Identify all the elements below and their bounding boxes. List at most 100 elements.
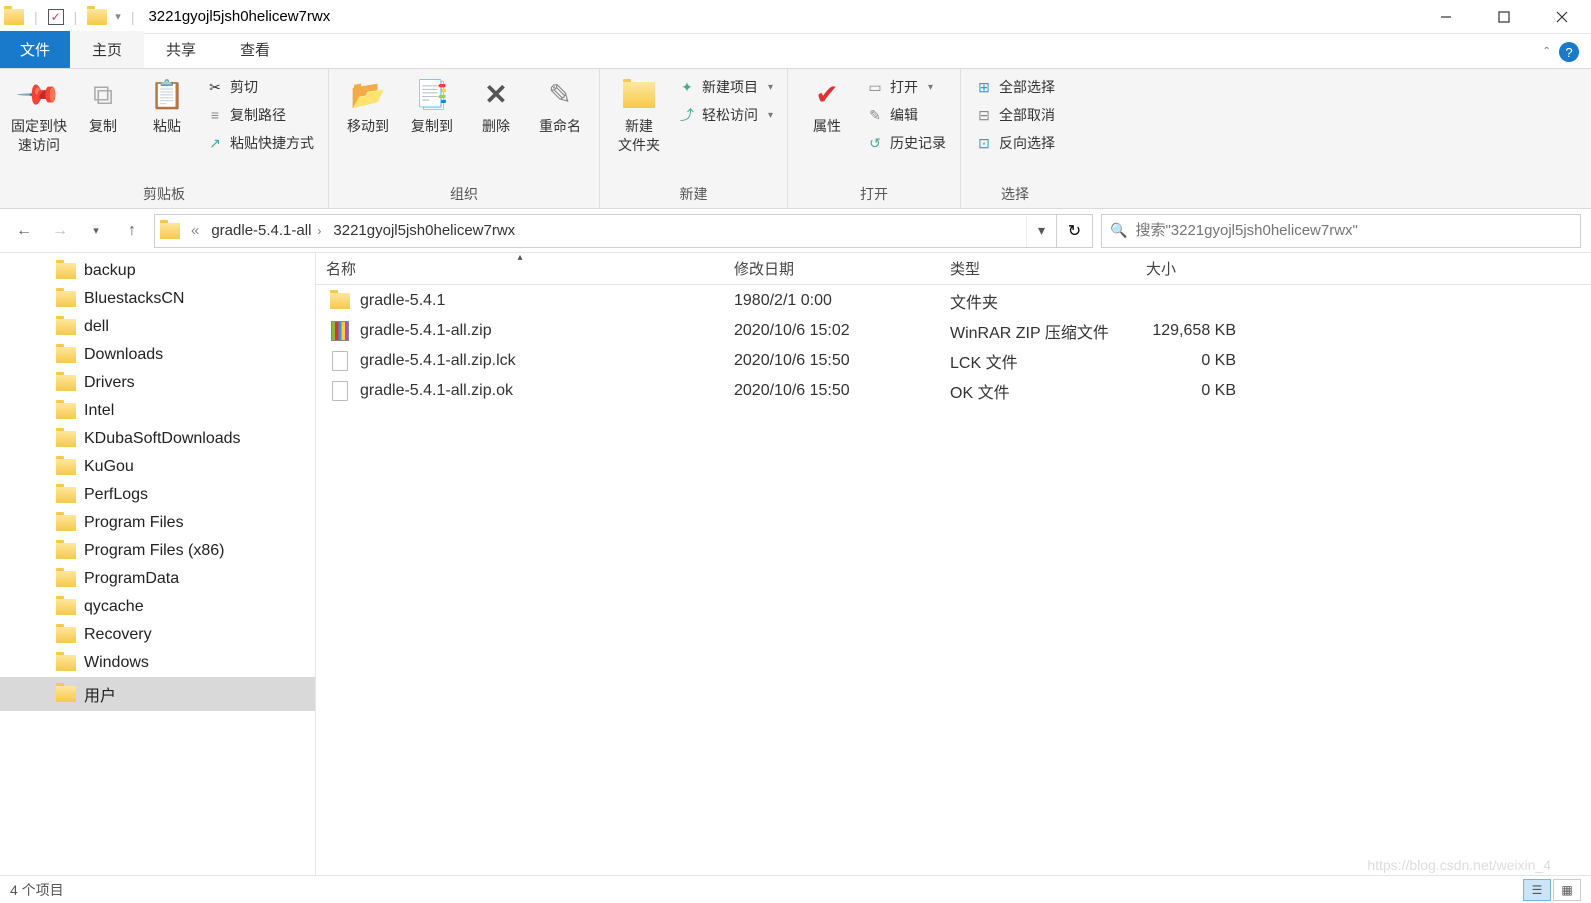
file-type: OK 文件 <box>940 379 1136 403</box>
tree-node[interactable]: Recovery <box>0 621 315 649</box>
group-label: 组织 <box>337 180 591 206</box>
window-title: 3221gyojl5jsh0helicew7rwx <box>148 8 330 25</box>
view-details-button[interactable]: ☰ <box>1523 879 1551 901</box>
search-box[interactable]: 🔍 <box>1101 214 1581 248</box>
tree-node[interactable]: backup <box>0 257 315 285</box>
file-date: 2020/10/6 15:50 <box>724 352 940 370</box>
tree-node[interactable]: Program Files (x86) <box>0 537 315 565</box>
pin-button[interactable]: 📌固定到快 速访问 <box>8 73 70 159</box>
group-clipboard: 📌固定到快 速访问 ⧉复制 📋粘贴 ✂剪切 ≡复制路径 ↗粘贴快捷方式 剪贴板 <box>0 69 329 208</box>
refresh-button[interactable]: ↻ <box>1056 215 1092 247</box>
easyaccess-icon: ⤴ <box>678 106 696 124</box>
help-icon[interactable]: ? <box>1559 42 1579 62</box>
selectnone-button[interactable]: ⊟全部取消 <box>973 103 1057 127</box>
content-pane: 名称▴ 修改日期 类型 大小 gradle-5.4.11980/2/1 0:00… <box>316 253 1591 875</box>
tree-node[interactable]: dell <box>0 313 315 341</box>
file-row[interactable]: gradle-5.4.1-all.zip2020/10/6 15:02WinRA… <box>316 315 1591 345</box>
file-row[interactable]: gradle-5.4.11980/2/1 0:00文件夹 <box>316 285 1591 315</box>
file-row[interactable]: gradle-5.4.1-all.zip.lck2020/10/6 15:50L… <box>316 345 1591 375</box>
open-button[interactable]: ▭打开▾ <box>864 75 948 99</box>
tree-node[interactable]: KuGou <box>0 453 315 481</box>
ribbon: 📌固定到快 速访问 ⧉复制 📋粘贴 ✂剪切 ≡复制路径 ↗粘贴快捷方式 剪贴板 … <box>0 69 1591 209</box>
back-button[interactable]: ← <box>10 217 38 245</box>
recent-button[interactable]: ▾ <box>82 217 110 245</box>
newfolder-button[interactable]: 新建 文件夹 <box>608 73 670 159</box>
paste-button[interactable]: 📋粘贴 <box>136 73 198 140</box>
folder-icon <box>56 403 76 419</box>
selectall-icon: ⊞ <box>975 78 993 96</box>
folder-icon <box>56 459 76 475</box>
easyaccess-button[interactable]: ⤴轻松访问▾ <box>676 103 775 127</box>
file-row[interactable]: gradle-5.4.1-all.zip.ok2020/10/6 15:50OK… <box>316 375 1591 405</box>
minimize-button[interactable] <box>1417 0 1475 34</box>
search-icon: 🔍 <box>1110 222 1127 239</box>
separator: | <box>74 9 78 25</box>
search-input[interactable] <box>1135 222 1572 239</box>
group-organize: 📂移动到 📑复制到 ✕删除 ✎重命名 组织 <box>329 69 600 208</box>
newitem-button[interactable]: ✦新建项目▾ <box>676 75 775 99</box>
selectall-button[interactable]: ⊞全部选择 <box>973 75 1057 99</box>
file-icon <box>332 351 348 371</box>
tree-node[interactable]: Intel <box>0 397 315 425</box>
col-size[interactable]: 大小 <box>1136 258 1246 279</box>
cut-button[interactable]: ✂剪切 <box>204 75 316 99</box>
separator: | <box>34 9 38 25</box>
copy-button[interactable]: ⧉复制 <box>72 73 134 140</box>
rename-button[interactable]: ✎重命名 <box>529 73 591 140</box>
up-button[interactable]: ↑ <box>118 217 146 245</box>
tree-node[interactable]: Windows <box>0 649 315 677</box>
tree-node[interactable]: 用户 <box>0 677 315 711</box>
folder-tree[interactable]: backupBluestacksCNdellDownloadsDriversIn… <box>0 253 316 875</box>
close-button[interactable] <box>1533 0 1591 34</box>
delete-button[interactable]: ✕删除 <box>465 73 527 140</box>
file-type: WinRAR ZIP 压缩文件 <box>940 319 1136 343</box>
maximize-button[interactable] <box>1475 0 1533 34</box>
crumb-1[interactable]: gradle-5.4.1-all› <box>205 222 327 239</box>
col-date[interactable]: 修改日期 <box>724 258 940 279</box>
tab-share[interactable]: 共享 <box>144 31 218 68</box>
crumb-prev[interactable]: « <box>185 222 205 239</box>
forward-button[interactable]: → <box>46 217 74 245</box>
tree-node[interactable]: ProgramData <box>0 565 315 593</box>
status-bar: 4 个项目 https://blog.csdn.net/weixin_4 ☰ ▦ <box>0 875 1591 903</box>
tree-node[interactable]: Downloads <box>0 341 315 369</box>
scissors-icon: ✂ <box>206 78 224 96</box>
tab-file[interactable]: 文件 <box>0 31 70 68</box>
column-headers[interactable]: 名称▴ 修改日期 类型 大小 <box>316 253 1591 285</box>
folder-icon <box>56 375 76 391</box>
view-icons-button[interactable]: ▦ <box>1553 879 1581 901</box>
address-bar[interactable]: « gradle-5.4.1-all› 3221gyojl5jsh0helice… <box>154 214 1093 248</box>
crumb-2[interactable]: 3221gyojl5jsh0helicew7rwx <box>327 222 521 239</box>
zip-icon <box>331 321 349 341</box>
copypath-button[interactable]: ≡复制路径 <box>204 103 316 127</box>
tab-home[interactable]: 主页 <box>70 31 144 68</box>
shortcut-icon: ↗ <box>206 134 224 152</box>
main: backupBluestacksCNdellDownloadsDriversIn… <box>0 253 1591 875</box>
edit-button[interactable]: ✎编辑 <box>864 103 948 127</box>
tree-node[interactable]: Drivers <box>0 369 315 397</box>
properties-button[interactable]: ✔属性 <box>796 73 858 140</box>
col-type[interactable]: 类型 <box>940 258 1136 279</box>
tree-node[interactable]: PerfLogs <box>0 481 315 509</box>
history-button[interactable]: ↺历史记录 <box>864 131 948 155</box>
collapse-ribbon-icon[interactable]: ˆ <box>1544 44 1549 60</box>
file-date: 2020/10/6 15:50 <box>724 382 940 400</box>
col-name[interactable]: 名称▴ <box>316 258 724 279</box>
selectinvert-icon: ⊡ <box>975 134 993 152</box>
tree-node[interactable]: KDubaSoftDownloads <box>0 425 315 453</box>
qa-checkbox-icon[interactable]: ✓ <box>48 9 64 25</box>
moveto-button[interactable]: 📂移动到 <box>337 73 399 140</box>
group-new: 新建 文件夹 ✦新建项目▾ ⤴轻松访问▾ 新建 <box>600 69 788 208</box>
copyto-button[interactable]: 📑复制到 <box>401 73 463 140</box>
tab-view[interactable]: 查看 <box>218 31 292 68</box>
tree-node[interactable]: qycache <box>0 593 315 621</box>
address-dropdown[interactable]: ▾ <box>1026 215 1056 247</box>
pasteshortcut-button[interactable]: ↗粘贴快捷方式 <box>204 131 316 155</box>
tree-node[interactable]: BluestacksCN <box>0 285 315 313</box>
tree-node[interactable]: Program Files <box>0 509 315 537</box>
properties-icon: ✔ <box>809 77 845 113</box>
dropdown-icon[interactable]: ▾ <box>115 10 121 23</box>
selectinvert-button[interactable]: ⊡反向选择 <box>973 131 1057 155</box>
tree-label: Recovery <box>84 626 152 644</box>
sort-indicator-icon: ▴ <box>517 253 522 263</box>
